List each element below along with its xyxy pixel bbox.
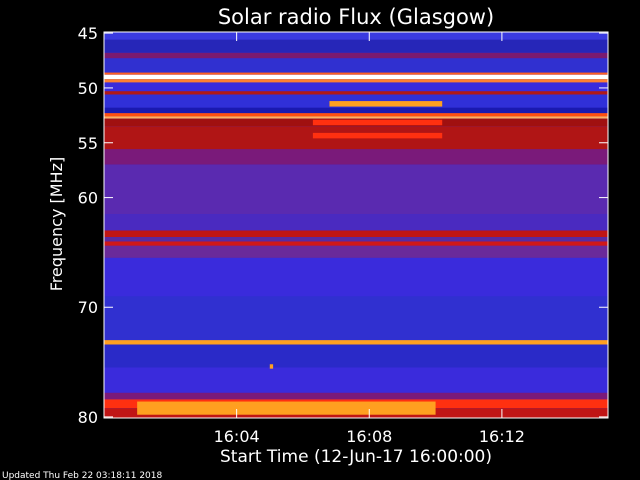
y-tick-label-0: 45 (78, 24, 98, 43)
frequency-band-21 (104, 245, 608, 258)
x-tick-label-1: 16:08 (346, 427, 392, 446)
frequency-band-6 (104, 79, 608, 83)
frequency-band-15 (104, 149, 608, 165)
updated-timestamp: Updated Thu Feb 22 03:18:11 2018 (2, 471, 163, 480)
frequency-band-1 (104, 39, 608, 53)
x-axis-label: Start Time (12-Jun-17 16:00:00) (220, 447, 492, 467)
frequency-band-8 (104, 91, 608, 95)
frequency-band-5 (104, 74, 608, 80)
y-tick-label-5: 80 (78, 408, 98, 427)
frequency-band-24 (104, 340, 608, 345)
y-tick-label-4: 70 (78, 298, 98, 317)
frequency-band-18 (104, 230, 608, 238)
chart-title: Solar radio Flux (Glasgow) (218, 5, 494, 29)
burst-2 (312, 132, 443, 139)
frequency-band-22 (104, 257, 608, 297)
frequency-band-25 (104, 344, 608, 368)
frequency-band-23 (104, 296, 608, 341)
frequency-band-17 (104, 214, 608, 231)
frequency-band-12 (104, 116, 608, 119)
x-tick-label-2: 16:12 (479, 427, 525, 446)
frequency-band-19 (104, 237, 608, 242)
frequency-band-4 (104, 72, 608, 75)
y-tick-label-3: 60 (78, 189, 98, 208)
frequency-band-11 (104, 113, 608, 117)
frequency-band-27 (104, 392, 608, 400)
y-axis-label: Frequency [MHz] (47, 157, 66, 291)
spectrogram-bands (104, 32, 608, 418)
y-tick-label-1: 50 (78, 79, 98, 98)
spectrogram-chart: 45 50 55 60 70 80 16:04 16:08 16:12 Solar radio … (2, 5, 609, 480)
frequency-band-20 (104, 241, 608, 246)
frequency-band-16 (104, 164, 608, 215)
frequency-band-0 (104, 32, 608, 40)
frequency-band-3 (104, 58, 608, 73)
frequency-band-7 (104, 82, 608, 92)
y-tick-label-2: 55 (78, 134, 98, 153)
burst-4 (137, 401, 436, 415)
frequency-band-10 (104, 107, 608, 114)
frequency-band-2 (104, 52, 608, 59)
spectrogram-figure: 45 50 55 60 70 80 16:04 16:08 16:12 Solar radio … (0, 0, 640, 480)
frequency-band-26 (104, 367, 608, 393)
x-tick-label-0: 16:04 (214, 427, 260, 446)
burst-0 (329, 101, 443, 107)
burst-1 (312, 119, 443, 126)
burst-3 (269, 364, 274, 369)
